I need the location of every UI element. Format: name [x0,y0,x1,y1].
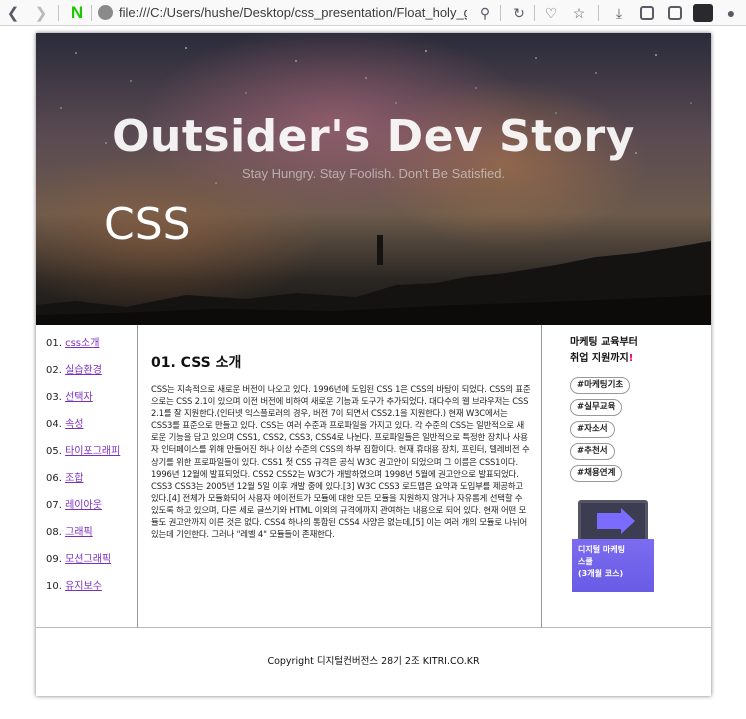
article-body: CSS는 지속적으로 새로운 버전이 나오고 있다. 1996년에 도입된 CS… [151,384,531,540]
nav-item-layout: 07. 레이아웃 [46,496,120,523]
account-icon[interactable]: ● [720,2,742,24]
tag-cover-letter[interactable]: #자소서 [570,421,615,438]
left-navigation: 01. css소개 02. 실습환경 03. 선택자 04. 속성 05. 타이… [36,325,138,628]
nav-number: 01. [46,338,66,349]
monitor-illustration [578,500,648,544]
nav-item-combination: 06. 조합 [46,469,120,496]
tag-practical-training[interactable]: #실무교육 [570,399,623,416]
tag-marketing-basics[interactable]: #마케팅기초 [570,377,631,394]
back-icon[interactable]: ❮ [2,2,24,24]
promo-title-line2-wrap: 취업 지원까지! [570,351,638,367]
site-subtitle: Stay Hungry. Stay Foolish. Don't Be Sati… [241,166,506,181]
nav-number: 09. [46,554,66,565]
nav-item-maintenance: 10. 유지보수 [46,577,120,604]
pocket-icon[interactable]: ♡ [540,2,562,24]
right-sidebar: 마케팅 교육부터 취업 지원까지! #마케팅기초 #실무교육 #자소서 #추천서… [541,325,711,628]
ad-text: 디지털 마케팅 스쿨 (3개월 코스) [578,544,625,580]
header-banner: Outsider's Dev Story Stay Hungry. Stay F… [36,33,711,325]
tag-recommendation[interactable]: #추천서 [570,443,615,460]
nav-number: 04. [46,419,66,430]
nav-number: 02. [46,365,66,376]
nav-list: 01. css소개 02. 실습환경 03. 선택자 04. 속성 05. 타이… [46,334,120,604]
nav-link[interactable]: 레이아웃 [65,500,102,511]
nav-link[interactable]: 모션그래픽 [65,554,111,565]
page-label: CSS [104,199,191,250]
ad-card: 디지털 마케팅 스쿨 (3개월 코스) [572,539,654,592]
nav-item-properties: 04. 속성 [46,415,120,442]
address-bar[interactable]: file:///C:/Users/hushe/Desktop/css_prese… [119,5,467,20]
ad-line1: 디지털 마케팅 [578,545,625,554]
nav-link[interactable]: 선택자 [65,392,93,403]
nav-item-css-intro: 01. css소개 [46,334,120,361]
toolbar-divider [500,5,501,21]
toolbar-divider [598,5,599,21]
toolbar-divider [534,5,535,21]
nav-number: 10. [46,581,66,592]
reload-icon[interactable]: ↻ [508,2,530,24]
promo-title-line1: 마케팅 교육부터 [570,337,638,348]
main-article: 01. CSS 소개 CSS는 지속적으로 새로운 버전이 나오고 있다. 19… [139,325,541,628]
tag-job-placement[interactable]: #채용연계 [570,465,623,482]
naver-logo-icon[interactable]: N [68,3,86,23]
nav-link[interactable]: 타이포그래피 [65,446,120,457]
nav-link[interactable]: 조합 [65,473,83,484]
page-container: Outsider's Dev Story Stay Hungry. Stay F… [36,33,711,696]
nav-item-typography: 05. 타이포그래피 [46,442,120,469]
promo-title: 마케팅 교육부터 취업 지원까지! [570,335,638,367]
nav-number: 03. [46,392,66,403]
nav-number: 07. [46,500,66,511]
ad-line3: (3개월 코스) [578,569,624,578]
nav-number: 06. [46,473,66,484]
nav-link[interactable]: 유지보수 [65,581,102,592]
content-area: 01. css소개 02. 실습환경 03. 선택자 04. 속성 05. 타이… [36,325,711,628]
send-arrow-icon [597,508,635,534]
promo-title-line2: 취업 지원까지 [570,353,629,364]
sidebar-icon[interactable] [692,2,714,24]
reader-icon[interactable] [664,2,686,24]
nav-link[interactable]: css소개 [65,338,99,349]
download-icon[interactable]: ⤓ [608,2,630,24]
nav-item-motion-graphics: 09. 모션그래픽 [46,550,120,577]
nav-link[interactable]: 실습환경 [65,365,102,376]
ad-banner[interactable]: 디지털 마케팅 스쿨 (3개월 코스) [572,500,654,592]
nav-item-selectors: 03. 선택자 [46,388,120,415]
forward-icon[interactable]: ❯ [30,2,52,24]
article-title: 01. CSS 소개 [151,355,242,371]
nav-number: 05. [46,446,66,457]
nav-item-environment: 02. 실습환경 [46,361,120,388]
screenshot-icon[interactable] [636,2,658,24]
toolbar-divider [58,5,59,21]
zoom-icon[interactable]: ⚲ [474,2,496,24]
file-icon [98,5,113,20]
toolbar-divider [91,5,92,21]
browser-toolbar: ❮ ❯ N file:///C:/Users/hushe/Desktop/css… [0,0,746,26]
site-title[interactable]: Outsider's Dev Story [36,111,711,162]
ad-line2: 스쿨 [578,557,593,566]
nav-link[interactable]: 그래픽 [65,527,93,538]
nav-link[interactable]: 속성 [65,419,83,430]
nav-item-graphics: 08. 그래픽 [46,523,120,550]
footer-copyright: Copyright 디지털컨버전스 28기 2조 KITRI.CO.KR [267,656,480,667]
bookmark-star-icon[interactable]: ☆ [568,2,590,24]
promo-title-accent: ! [628,353,634,364]
person-silhouette [377,235,383,265]
nav-number: 08. [46,527,66,538]
